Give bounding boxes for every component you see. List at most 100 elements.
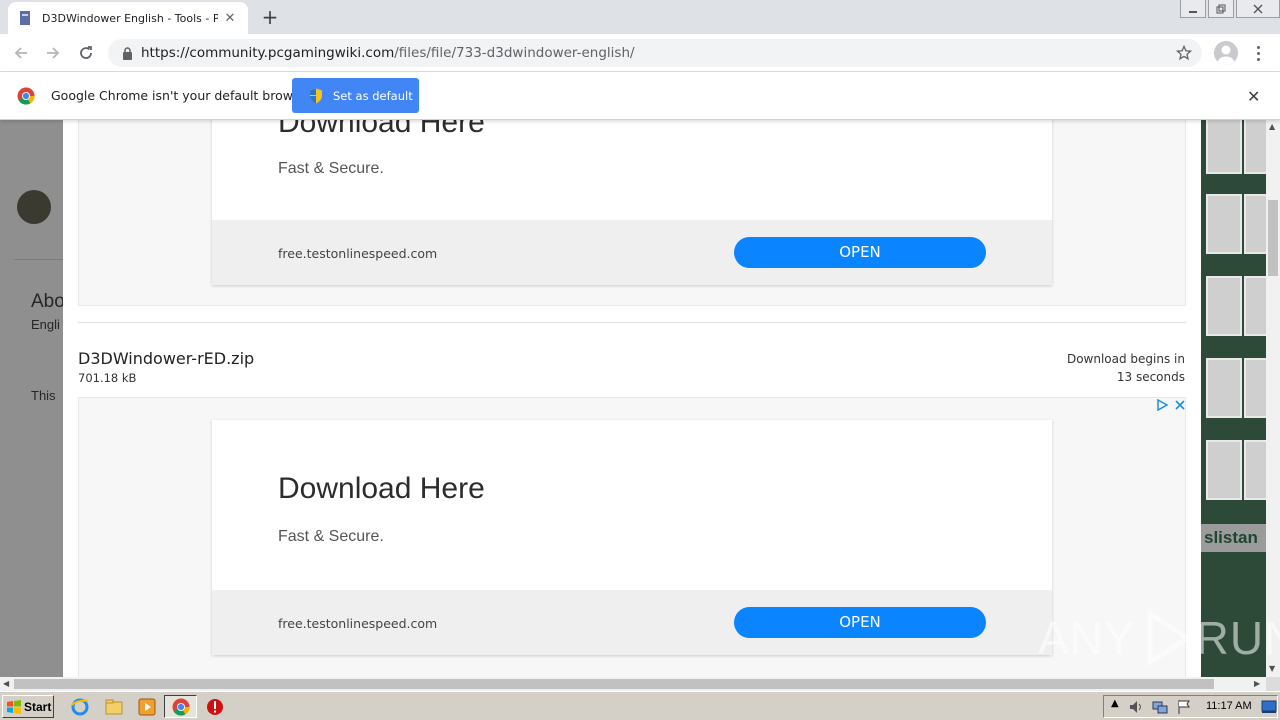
countdown-line-2: 13 seconds bbox=[1116, 370, 1185, 384]
bookmark-star-icon[interactable] bbox=[1175, 44, 1193, 61]
ad-frame-bottom: Download Here Fast & Secure. free.teston… bbox=[78, 397, 1186, 677]
url-text: https://community.pcgamingwiki.com/files… bbox=[141, 45, 635, 61]
ad-open-button[interactable]: OPEN bbox=[734, 607, 986, 638]
ad-card[interactable]: Download Here Fast & Secure. free.teston… bbox=[212, 120, 1052, 285]
clock[interactable]: 11:17 AM bbox=[1206, 700, 1252, 712]
media-player-icon[interactable] bbox=[137, 697, 157, 717]
profile-avatar-icon[interactable] bbox=[1214, 41, 1238, 65]
volume-icon bbox=[1130, 701, 1141, 713]
forward-button[interactable] bbox=[41, 41, 65, 65]
internet-explorer-icon[interactable] bbox=[70, 697, 90, 717]
lock-icon bbox=[120, 46, 134, 60]
scroll-up-icon[interactable]: ▲ bbox=[1269, 122, 1275, 131]
window-controls bbox=[1178, 0, 1280, 20]
url-path: /files/file/733-d3dwindower-english/ bbox=[394, 45, 635, 61]
download-modal: Download Here Fast & Secure. free.teston… bbox=[63, 120, 1201, 677]
download-countdown: Download begins in 13 seconds bbox=[1067, 350, 1185, 386]
vertical-scroll-thumb[interactable] bbox=[1268, 200, 1278, 276]
minimize-button[interactable] bbox=[1180, 0, 1206, 18]
background-divider bbox=[14, 259, 64, 260]
vertical-scrollbar[interactable]: ▲ ▼ bbox=[1266, 120, 1280, 677]
default-browser-infobar: Google Chrome isn't your default browser… bbox=[0, 72, 1280, 120]
ad-headline: Download Here bbox=[278, 120, 485, 139]
system-tray: ▲ 11:17 AM bbox=[1103, 695, 1278, 718]
background-subtitle: Engli bbox=[31, 317, 60, 332]
page-viewport: Abo Engli This slistan Download Here Fas… bbox=[0, 120, 1266, 677]
chrome-logo-icon bbox=[17, 87, 35, 105]
ad-face-image bbox=[1244, 358, 1266, 418]
watermark-right-text: RUN bbox=[1195, 612, 1280, 664]
start-button[interactable]: Start bbox=[2, 695, 54, 718]
ad-subline: Fast & Secure. bbox=[278, 528, 384, 545]
ad-face-image bbox=[1206, 194, 1242, 254]
ad-face-image bbox=[1244, 440, 1266, 500]
chrome-menu-icon[interactable] bbox=[1250, 41, 1266, 65]
close-window-button[interactable] bbox=[1236, 0, 1280, 18]
scroll-left-icon[interactable]: ◀ bbox=[3, 679, 9, 688]
horizontal-scrollbar[interactable]: ◀ ▶ bbox=[0, 677, 1266, 691]
ad-open-button[interactable]: OPEN bbox=[734, 237, 986, 268]
file-name: D3DWindower-rED.zip bbox=[78, 349, 255, 368]
set-as-default-label: Set as default bbox=[333, 88, 413, 103]
ad-domain: free.testonlinespeed.com bbox=[278, 246, 438, 261]
ad-headline: Download Here bbox=[278, 472, 485, 505]
back-arrow-icon bbox=[14, 47, 27, 59]
background-heading: Abo bbox=[31, 291, 65, 312]
ad-card[interactable]: Download Here Fast & Secure. free.teston… bbox=[212, 420, 1052, 655]
stop-sign-icon[interactable] bbox=[205, 697, 225, 717]
start-label: Start bbox=[24, 699, 52, 714]
ad-face-image bbox=[1244, 194, 1266, 254]
ad-choices[interactable] bbox=[1156, 399, 1186, 411]
ad-domain: free.testonlinespeed.com bbox=[278, 616, 438, 631]
right-ad-ribbon: slistan bbox=[1200, 524, 1266, 552]
restore-button[interactable] bbox=[1208, 0, 1234, 18]
tab-close-icon[interactable]: ✕ bbox=[222, 11, 238, 26]
ad-close-icon bbox=[1175, 400, 1185, 410]
file-explorer-icon[interactable] bbox=[104, 697, 124, 717]
infobar-close-icon[interactable]: ✕ bbox=[1247, 87, 1260, 106]
file-size: 701.18 kB bbox=[78, 371, 137, 385]
background-body-text: This bbox=[31, 388, 56, 403]
ad-face-image bbox=[1244, 120, 1266, 174]
show-desktop-icon bbox=[1261, 700, 1277, 713]
ad-face-image bbox=[1244, 276, 1266, 336]
play-triangle-icon bbox=[1147, 609, 1193, 667]
watermark-left-text: ANY bbox=[1038, 612, 1136, 664]
infobar-message: Google Chrome isn't your default browser bbox=[51, 88, 313, 103]
countdown-line-1: Download begins in bbox=[1066, 352, 1185, 366]
network-icon bbox=[1152, 701, 1168, 714]
back-button[interactable] bbox=[9, 41, 33, 65]
browser-tab[interactable]: D3DWindower English - Tools - PCGa ✕ bbox=[8, 2, 248, 34]
uac-shield-icon bbox=[310, 88, 322, 103]
ad-face-image bbox=[1206, 358, 1242, 418]
address-bar[interactable]: https://community.pcgamingwiki.com/files… bbox=[108, 39, 1202, 67]
tab-title: D3DWindower English - Tools - PCGa bbox=[42, 11, 218, 25]
horizontal-scroll-thumb[interactable] bbox=[14, 679, 1214, 689]
chrome-taskbar-button[interactable] bbox=[164, 695, 197, 718]
scrollbar-corner bbox=[1266, 677, 1280, 691]
background-user-avatar bbox=[17, 190, 51, 224]
browser-toolbar: https://community.pcgamingwiki.com/files… bbox=[0, 34, 1280, 72]
anyrun-watermark: ANY RUN bbox=[1038, 608, 1280, 668]
reload-icon bbox=[80, 46, 92, 59]
pcgamingwiki-favicon-icon bbox=[18, 11, 32, 25]
ad-face-image bbox=[1206, 440, 1242, 500]
url-host: https://community.pcgamingwiki.com bbox=[141, 45, 395, 61]
set-as-default-button[interactable]: Set as default bbox=[292, 78, 419, 113]
ad-face-image bbox=[1206, 120, 1242, 174]
windows-logo-icon bbox=[7, 699, 21, 714]
ad-footer: free.testonlinespeed.com OPEN bbox=[212, 590, 1052, 655]
ad-frame-top: Download Here Fast & Secure. free.teston… bbox=[78, 120, 1186, 306]
new-tab-button[interactable]: + bbox=[258, 6, 282, 28]
ad-subline: Fast & Secure. bbox=[278, 160, 384, 177]
chrome-taskbar-icon bbox=[172, 698, 190, 716]
ad-footer: free.testonlinespeed.com OPEN bbox=[212, 220, 1052, 285]
tray-expand-icon[interactable]: ▲ bbox=[1111, 698, 1119, 709]
windows-taskbar: Start ▲ 11:17 AM bbox=[0, 691, 1280, 720]
forward-arrow-icon bbox=[47, 47, 60, 59]
right-side-ad bbox=[1200, 120, 1266, 677]
section-divider bbox=[78, 322, 1186, 323]
reload-button[interactable] bbox=[74, 41, 98, 65]
scroll-right-icon[interactable]: ▶ bbox=[1254, 679, 1260, 688]
tab-strip: D3DWindower English - Tools - PCGa ✕ + bbox=[0, 0, 1280, 34]
